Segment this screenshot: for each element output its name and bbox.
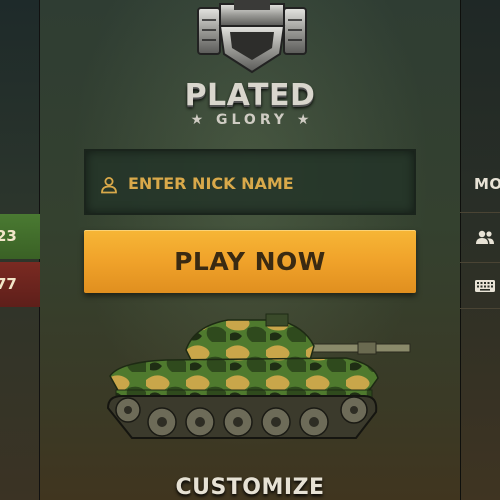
nickname-input[interactable] (128, 167, 398, 199)
keyboard-icon[interactable] (474, 277, 496, 295)
right-side-panel (460, 0, 500, 500)
user-icon (101, 177, 117, 194)
game-subtitle: ★ GLORY ★ (190, 112, 314, 128)
customize-button[interactable]: CUSTOMIZE (170, 473, 330, 500)
play-now-button[interactable]: PLAY NOW (84, 230, 416, 293)
game-title: PLATED (184, 78, 316, 113)
stat-badge-green[interactable]: 23 (0, 214, 40, 259)
nickname-field[interactable] (84, 149, 416, 215)
divider (460, 308, 500, 309)
divider (460, 262, 500, 263)
mode-label[interactable]: MO (474, 175, 500, 193)
logo-emblem-icon (197, 0, 307, 74)
divider (460, 212, 500, 213)
tank-icon[interactable] (106, 312, 414, 447)
stat-badge-red[interactable]: 77 (0, 262, 40, 307)
users-icon[interactable] (474, 229, 496, 247)
